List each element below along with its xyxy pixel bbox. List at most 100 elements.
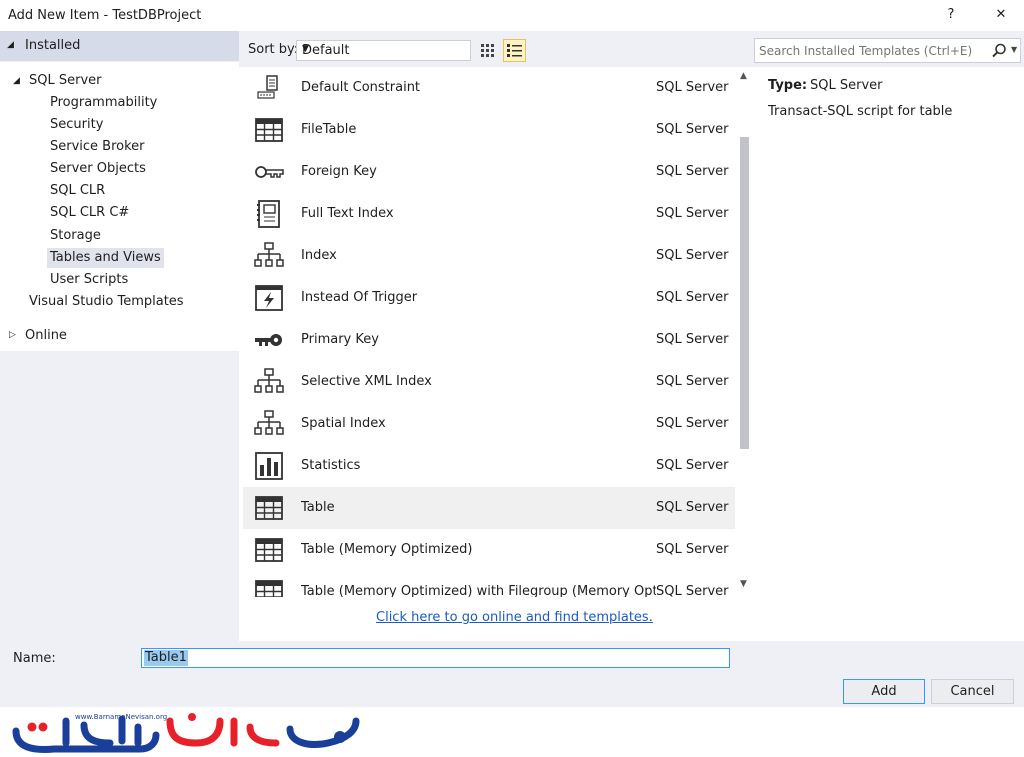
list-item-selected[interactable]: Table SQL Server: [243, 487, 735, 529]
template-name: FileTable: [301, 122, 357, 137]
chevron-down-icon: ▼: [302, 44, 309, 54]
list-view-button[interactable]: [503, 39, 526, 62]
collapsed-arrow-icon[interactable]: ▷: [9, 330, 16, 340]
tree-item-sql-clr[interactable]: SQL CLR: [50, 181, 105, 201]
find-templates-online-link[interactable]: Click here to go online and find templat…: [376, 610, 653, 625]
template-name: Instead Of Trigger: [301, 290, 418, 305]
template-name: Default Constraint: [301, 80, 421, 95]
add-button[interactable]: Add: [843, 679, 925, 704]
template-type: SQL Server: [656, 416, 729, 431]
template-type: SQL Server: [656, 248, 729, 263]
list-item[interactable]: Full Text Index SQL Server: [243, 193, 735, 235]
tree-item-user-scripts[interactable]: User Scripts: [50, 270, 128, 290]
type-label: Type:: [768, 78, 808, 93]
scroll-up-icon[interactable]: ▲: [740, 71, 747, 81]
search-box[interactable]: ▼: [754, 38, 1021, 63]
template-type: SQL Server: [656, 206, 729, 221]
template-name: Full Text Index: [301, 206, 394, 221]
list-view-icon: [507, 44, 522, 57]
tree-item-visual-studio-templates[interactable]: Visual Studio Templates: [29, 292, 184, 312]
expanded-arrow-icon[interactable]: ◢: [13, 76, 20, 86]
template-name: Selective XML Index: [301, 374, 432, 389]
sort-label: Sort by:: [248, 42, 299, 57]
table-icon: [255, 118, 283, 142]
grid-view-icon: [481, 44, 494, 57]
template-type: SQL Server: [656, 374, 729, 389]
list-item[interactable]: Primary Key SQL Server: [243, 319, 735, 361]
template-type: SQL Server: [656, 332, 729, 347]
template-type: SQL Server: [656, 542, 729, 557]
title-bar: Add New Item - TestDBProject ? ✕: [0, 0, 1024, 31]
list-item[interactable]: Instead Of Trigger SQL Server: [243, 277, 735, 319]
template-list: Default Constraint SQL Server FileTable …: [243, 67, 753, 641]
name-panel: Name: Table1 Add Cancel: [0, 641, 1024, 707]
template-name: Index: [301, 248, 337, 263]
type-value: SQL Server: [810, 78, 883, 93]
template-list-scrollbar[interactable]: ▲ ▼: [737, 67, 753, 597]
scroll-thumb[interactable]: [740, 137, 749, 449]
barnamenevisan-logo: www.BarnameNevisan.org: [12, 713, 360, 753]
tree-item-programmability[interactable]: Programmability: [50, 93, 157, 113]
close-button[interactable]: ✕: [988, 4, 1014, 26]
search-icon[interactable]: [990, 42, 1008, 60]
template-type: SQL Server: [656, 500, 729, 515]
help-button[interactable]: ?: [938, 4, 964, 26]
template-type: SQL Server: [656, 584, 729, 597]
list-item[interactable]: Selective XML Index SQL Server: [243, 361, 735, 403]
index-icon: [254, 368, 284, 393]
description-text: Transact-SQL script for table: [768, 104, 953, 119]
full-text-index-icon: [257, 200, 280, 228]
list-item[interactable]: Spatial Index SQL Server: [243, 403, 735, 445]
window-title: Add New Item - TestDBProject: [8, 8, 202, 23]
list-item[interactable]: Table (Memory Optimized) SQL Server: [243, 529, 735, 571]
template-name: Spatial Index: [301, 416, 386, 431]
list-item[interactable]: Default Constraint SQL Server: [243, 67, 735, 109]
list-item[interactable]: Table (Memory Optimized) with Filegroup …: [243, 571, 735, 597]
list-item[interactable]: Statistics SQL Server: [243, 445, 735, 487]
name-field-value: Table1: [144, 650, 188, 666]
template-name: Statistics: [301, 458, 361, 473]
name-field[interactable]: Table1: [141, 648, 730, 668]
index-icon: [254, 242, 284, 267]
template-list-viewport: Default Constraint SQL Server FileTable …: [243, 67, 735, 597]
tree-item-security[interactable]: Security: [50, 115, 103, 135]
tree-item-sql-server[interactable]: SQL Server: [29, 71, 102, 91]
template-description: Type: SQL Server Transact-SQL script for…: [755, 67, 1024, 641]
toolbar: Sort by: Default ▼ ▼: [239, 31, 1024, 67]
table-icon: [255, 496, 283, 520]
statistics-icon: [255, 452, 283, 480]
template-name: Table: [301, 500, 335, 515]
foreign-key-icon: [255, 166, 284, 178]
default-constraint-icon: [257, 75, 278, 99]
cancel-button[interactable]: Cancel: [931, 679, 1014, 704]
template-name: Table (Memory Optimized) with Filegroup …: [301, 584, 656, 597]
category-tree: ◢ Installed ◢ SQL Server Programmability…: [0, 31, 239, 641]
template-type: SQL Server: [656, 290, 729, 305]
list-item[interactable]: Foreign Key SQL Server: [243, 151, 735, 193]
sort-dropdown[interactable]: Default ▼: [296, 40, 471, 61]
search-options-chevron-icon[interactable]: ▼: [1011, 45, 1017, 54]
grid-view-button[interactable]: [476, 39, 499, 62]
name-label: Name:: [13, 651, 56, 666]
template-name: Primary Key: [301, 332, 379, 347]
tree-item-installed-label: Installed: [25, 38, 81, 53]
list-item[interactable]: FileTable SQL Server: [243, 109, 735, 151]
template-type: SQL Server: [656, 164, 729, 179]
tree-item-sql-clr-csharp[interactable]: SQL CLR C#: [50, 203, 129, 223]
search-input[interactable]: [759, 42, 984, 60]
tree-item-server-objects[interactable]: Server Objects: [50, 159, 146, 179]
template-type: SQL Server: [656, 458, 729, 473]
tree-item-tables-and-views[interactable]: Tables and Views: [47, 248, 164, 268]
template-name: Table (Memory Optimized): [301, 542, 473, 557]
primary-key-icon: [255, 334, 282, 346]
expanded-arrow-icon[interactable]: ◢: [7, 40, 14, 50]
list-item[interactable]: Index SQL Server: [243, 235, 735, 277]
tree-item-storage[interactable]: Storage: [50, 226, 101, 246]
tree-item-service-broker[interactable]: Service Broker: [50, 137, 145, 157]
template-type: SQL Server: [656, 122, 729, 137]
scroll-down-icon[interactable]: ▼: [740, 579, 747, 589]
tree-item-installed[interactable]: ◢ Installed: [0, 31, 239, 61]
tree-item-online[interactable]: Online: [25, 326, 67, 346]
index-icon: [254, 410, 284, 435]
template-type: SQL Server: [656, 80, 729, 95]
